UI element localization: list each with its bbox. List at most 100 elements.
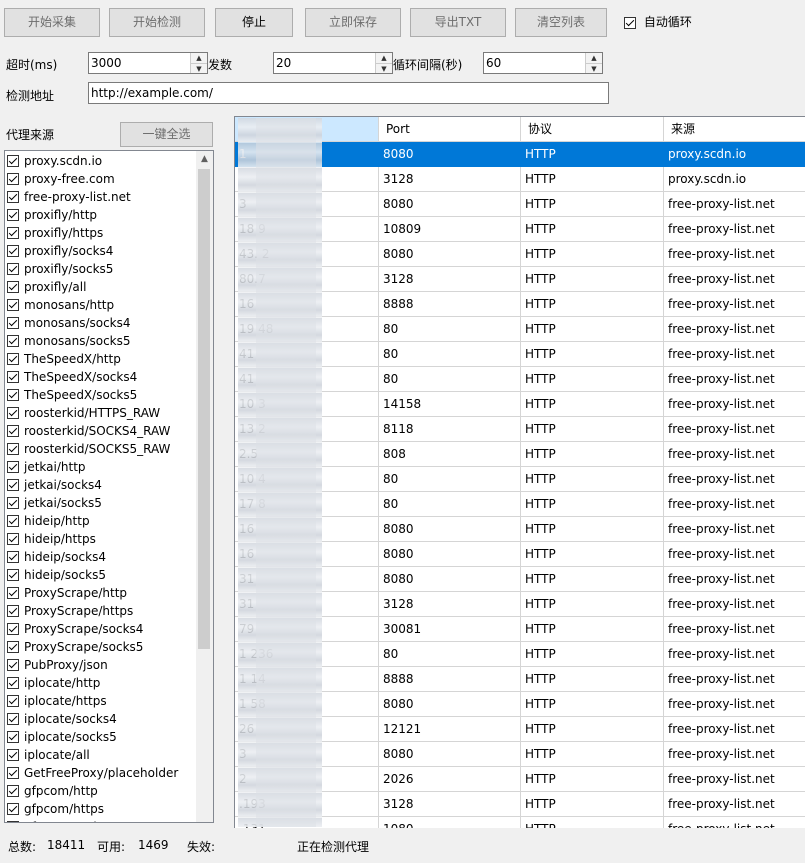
checkbox-checked-icon[interactable] [7,388,19,401]
checkbox-checked-icon[interactable] [7,676,19,689]
spin-down-icon[interactable]: ▼ [191,63,207,74]
threads-spinner[interactable]: 20 ▲ ▼ [273,52,393,74]
checkbox-checked-icon[interactable] [7,370,19,383]
checkbox-checked-icon[interactable] [7,802,19,815]
source-item[interactable]: jetkai/http [5,458,196,476]
source-item[interactable]: proxifly/https [5,224,196,242]
source-item[interactable]: iplocate/http [5,674,196,692]
start-check-button[interactable]: 开始检测 [109,8,205,37]
source-item[interactable]: iplocate/socks5 [5,728,196,746]
checkbox-checked-icon[interactable] [7,442,19,455]
checkbox-checked-icon[interactable] [7,406,19,419]
start-collect-button[interactable]: 开始采集 [4,8,100,37]
checkbox-checked-icon[interactable] [7,604,19,617]
checkbox-checked-icon[interactable] [7,424,19,437]
save-now-button[interactable]: 立即保存 [305,8,401,37]
source-item[interactable]: TheSpeedX/socks5 [5,386,196,404]
source-item[interactable]: roosterkid/HTTPS_RAW [5,404,196,422]
url-field[interactable] [88,82,609,104]
interval-spinner[interactable]: 60 ▲ ▼ [483,52,603,74]
checkbox-checked-icon[interactable] [7,568,19,581]
source-list-scrollbar[interactable]: ▲ [196,151,213,822]
checkbox-checked-icon[interactable] [7,658,19,671]
checkbox-checked-icon[interactable] [7,154,19,167]
column-header-protocol[interactable]: 协议 [521,117,664,141]
source-item[interactable]: ProxyScrape/socks5 [5,638,196,656]
source-item[interactable]: hideip/socks4 [5,548,196,566]
select-all-button[interactable]: 一键全选 [120,122,213,147]
spin-down-icon[interactable]: ▼ [376,63,392,74]
source-item[interactable]: free-proxy-list.net [5,188,196,206]
source-item[interactable]: ProxyScrape/http [5,584,196,602]
source-item[interactable]: PubProxy/json [5,656,196,674]
source-item[interactable]: iplocate/all [5,746,196,764]
checkbox-checked-icon[interactable] [7,208,19,221]
scroll-up-icon[interactable]: ▲ [196,151,213,168]
checkbox-checked-icon[interactable] [7,550,19,563]
source-item[interactable]: iplocate/socks4 [5,710,196,728]
source-item[interactable]: proxifly/socks4 [5,242,196,260]
source-item[interactable]: hideip/socks5 [5,566,196,584]
stop-button[interactable]: 停止 [215,8,293,37]
checkbox-checked-icon[interactable] [7,532,19,545]
source-item[interactable]: iplocate/https [5,692,196,710]
checkbox-checked-icon[interactable] [7,460,19,473]
source-item[interactable]: ProxyScrape/socks4 [5,620,196,638]
source-item[interactable]: roosterkid/SOCKS5_RAW [5,440,196,458]
checkbox-checked-icon[interactable] [7,712,19,725]
checkbox-checked-icon[interactable] [7,316,19,329]
checkbox-checked-icon[interactable] [7,514,19,527]
checkbox-checked-icon[interactable] [7,586,19,599]
source-list[interactable]: proxy.scdn.io proxy-free.com free-proxy-li… [4,150,214,823]
checkbox-checked-icon[interactable] [7,622,19,635]
column-header-port[interactable]: Port [379,117,521,141]
checkbox-checked-icon[interactable] [7,766,19,779]
source-item[interactable]: ProxyScrape/https [5,602,196,620]
source-item[interactable]: TheSpeedX/socks4 [5,368,196,386]
source-item[interactable]: gfpcom/http [5,782,196,800]
column-header-source[interactable]: 来源 [664,117,805,141]
scroll-thumb[interactable] [198,169,210,649]
checkbox-checked-icon[interactable] [7,190,19,203]
auto-loop-checkbox[interactable]: 自动循环 [624,13,692,30]
source-item[interactable]: monosans/http [5,296,196,314]
checkbox-checked-icon[interactable] [7,730,19,743]
checkbox-checked-icon[interactable] [7,298,19,311]
source-item[interactable]: monosans/socks5 [5,332,196,350]
checkbox-checked-icon[interactable] [7,820,19,822]
source-item[interactable]: hideip/https [5,530,196,548]
checkbox-checked-icon[interactable] [7,226,19,239]
source-item[interactable]: proxifly/socks5 [5,260,196,278]
checkbox-checked-icon[interactable] [7,244,19,257]
checkbox-checked-icon[interactable] [7,748,19,761]
checkbox-checked-icon[interactable] [7,496,19,509]
checkbox-checked-icon[interactable] [7,640,19,653]
source-item[interactable]: proxy-free.com [5,170,196,188]
checkbox-checked-icon[interactable] [7,352,19,365]
spin-up-icon[interactable]: ▲ [191,53,207,63]
source-item[interactable]: GetFreeProxy/placeholder [5,764,196,782]
source-item[interactable]: proxifly/http [5,206,196,224]
source-item[interactable]: gfpcom/https [5,800,196,818]
checkbox-checked-icon[interactable] [7,694,19,707]
source-item[interactable]: roosterkid/SOCKS4_RAW [5,422,196,440]
url-input[interactable] [89,83,608,103]
checkbox-checked-icon[interactable] [7,478,19,491]
checkbox-checked-icon[interactable] [7,334,19,347]
checkbox-checked-icon[interactable] [7,280,19,293]
spin-up-icon[interactable]: ▲ [376,53,392,63]
source-item[interactable]: gfpcom/socks4 [5,818,196,822]
timeout-spinner[interactable]: 3000 ▲ ▼ [88,52,208,74]
spin-up-icon[interactable]: ▲ [586,53,602,63]
export-txt-button[interactable]: 导出TXT [410,8,506,37]
source-item[interactable]: proxifly/all [5,278,196,296]
spin-down-icon[interactable]: ▼ [586,63,602,74]
checkbox-checked-icon[interactable] [7,784,19,797]
source-item[interactable]: TheSpeedX/http [5,350,196,368]
checkbox-checked-icon[interactable] [7,172,19,185]
source-item[interactable]: jetkai/socks5 [5,494,196,512]
source-item[interactable]: hideip/http [5,512,196,530]
checkbox-checked-icon[interactable] [7,262,19,275]
source-item[interactable]: jetkai/socks4 [5,476,196,494]
clear-list-button[interactable]: 清空列表 [515,8,607,37]
